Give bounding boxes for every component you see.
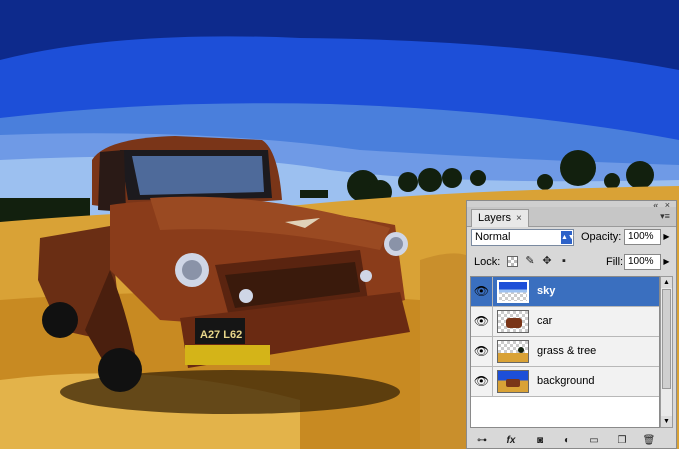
new-group-icon[interactable]: ▭ [587,435,601,447]
sky-thumbnail [497,280,529,303]
fill-slider-arrow-icon[interactable]: ▶ [661,254,672,270]
lock-row: Lock: ✎ ✥ ▪ Fill: 100% ▶ [471,254,674,274]
layer-name: background [537,375,595,387]
blend-mode-dropdown-icon[interactable]: ▲▼ [561,231,575,244]
link-layers-icon[interactable]: ⊶ [475,435,489,447]
adjustment-layer-icon[interactable]: ◐ [560,435,574,447]
opacity-slider-arrow-icon[interactable]: ▶ [661,229,672,245]
lock-position-icon[interactable]: ✥ [541,255,553,268]
layers-panel: « × Layers × ▾≡ Normal ▲▼ Opacity: 100% ▶… [466,200,677,449]
license-plate-text: A27 L62 [200,329,242,341]
opacity-label: Opacity: [581,231,622,243]
opacity-field[interactable]: 100% [624,229,661,245]
layer-row-sky[interactable]: 👁 sky [471,277,659,307]
delete-layer-icon[interactable]: 🗑 [642,435,656,447]
layers-list: 👁 sky 👁 car 👁 grass & tree 👁 background [470,276,660,428]
layer-name: sky [537,285,556,297]
fx-icon[interactable]: fx [504,435,518,447]
layer-name: car [537,315,553,327]
car-thumbnail [497,310,529,333]
background-thumbnail [497,370,529,393]
scroll-up-icon[interactable]: ▲ [661,277,672,288]
visibility-eye-icon[interactable]: 👁 [471,337,493,366]
scroll-thumb[interactable] [662,289,671,389]
tab-close-icon[interactable]: × [516,213,522,224]
panel-footer: ⊶ fx ◙ ◐ ▭ ❐ 🗑 [467,433,676,449]
layer-row-background[interactable]: 👁 background [471,367,659,397]
panel-menu-icon[interactable]: ▾≡ [658,211,672,223]
lock-label: Lock: [474,256,501,268]
lock-transparency-icon[interactable] [507,256,518,267]
lock-pixels-icon[interactable]: ✎ [524,255,536,268]
tab-layers[interactable]: Layers × [471,209,529,227]
new-layer-icon[interactable]: ❐ [615,435,629,447]
visibility-eye-icon[interactable]: 👁 [471,307,493,336]
layer-row-grass-tree[interactable]: 👁 grass & tree [471,337,659,367]
blend-mode-value: Normal [475,231,511,243]
scroll-down-icon[interactable]: ▼ [661,416,672,427]
fill-label: Fill: [606,256,624,268]
fill-field[interactable]: 100% [624,254,661,270]
layer-name: grass & tree [537,345,597,357]
tab-layers-label: Layers [478,212,512,224]
blend-mode-select[interactable]: Normal ▲▼ [471,229,575,246]
layer-mask-icon[interactable]: ◙ [533,435,547,447]
visibility-eye-icon[interactable]: 👁 [471,367,493,396]
grass-thumbnail [497,340,529,363]
blend-row: Normal ▲▼ Opacity: 100% ▶ [471,229,674,249]
lock-all-icon[interactable]: ▪ [558,255,570,268]
layer-row-car[interactable]: 👁 car [471,307,659,337]
layers-scrollbar[interactable]: ▲ ▼ [660,276,673,428]
visibility-eye-icon[interactable]: 👁 [471,277,493,306]
panel-tab-strip: Layers × ▾≡ [467,207,676,227]
